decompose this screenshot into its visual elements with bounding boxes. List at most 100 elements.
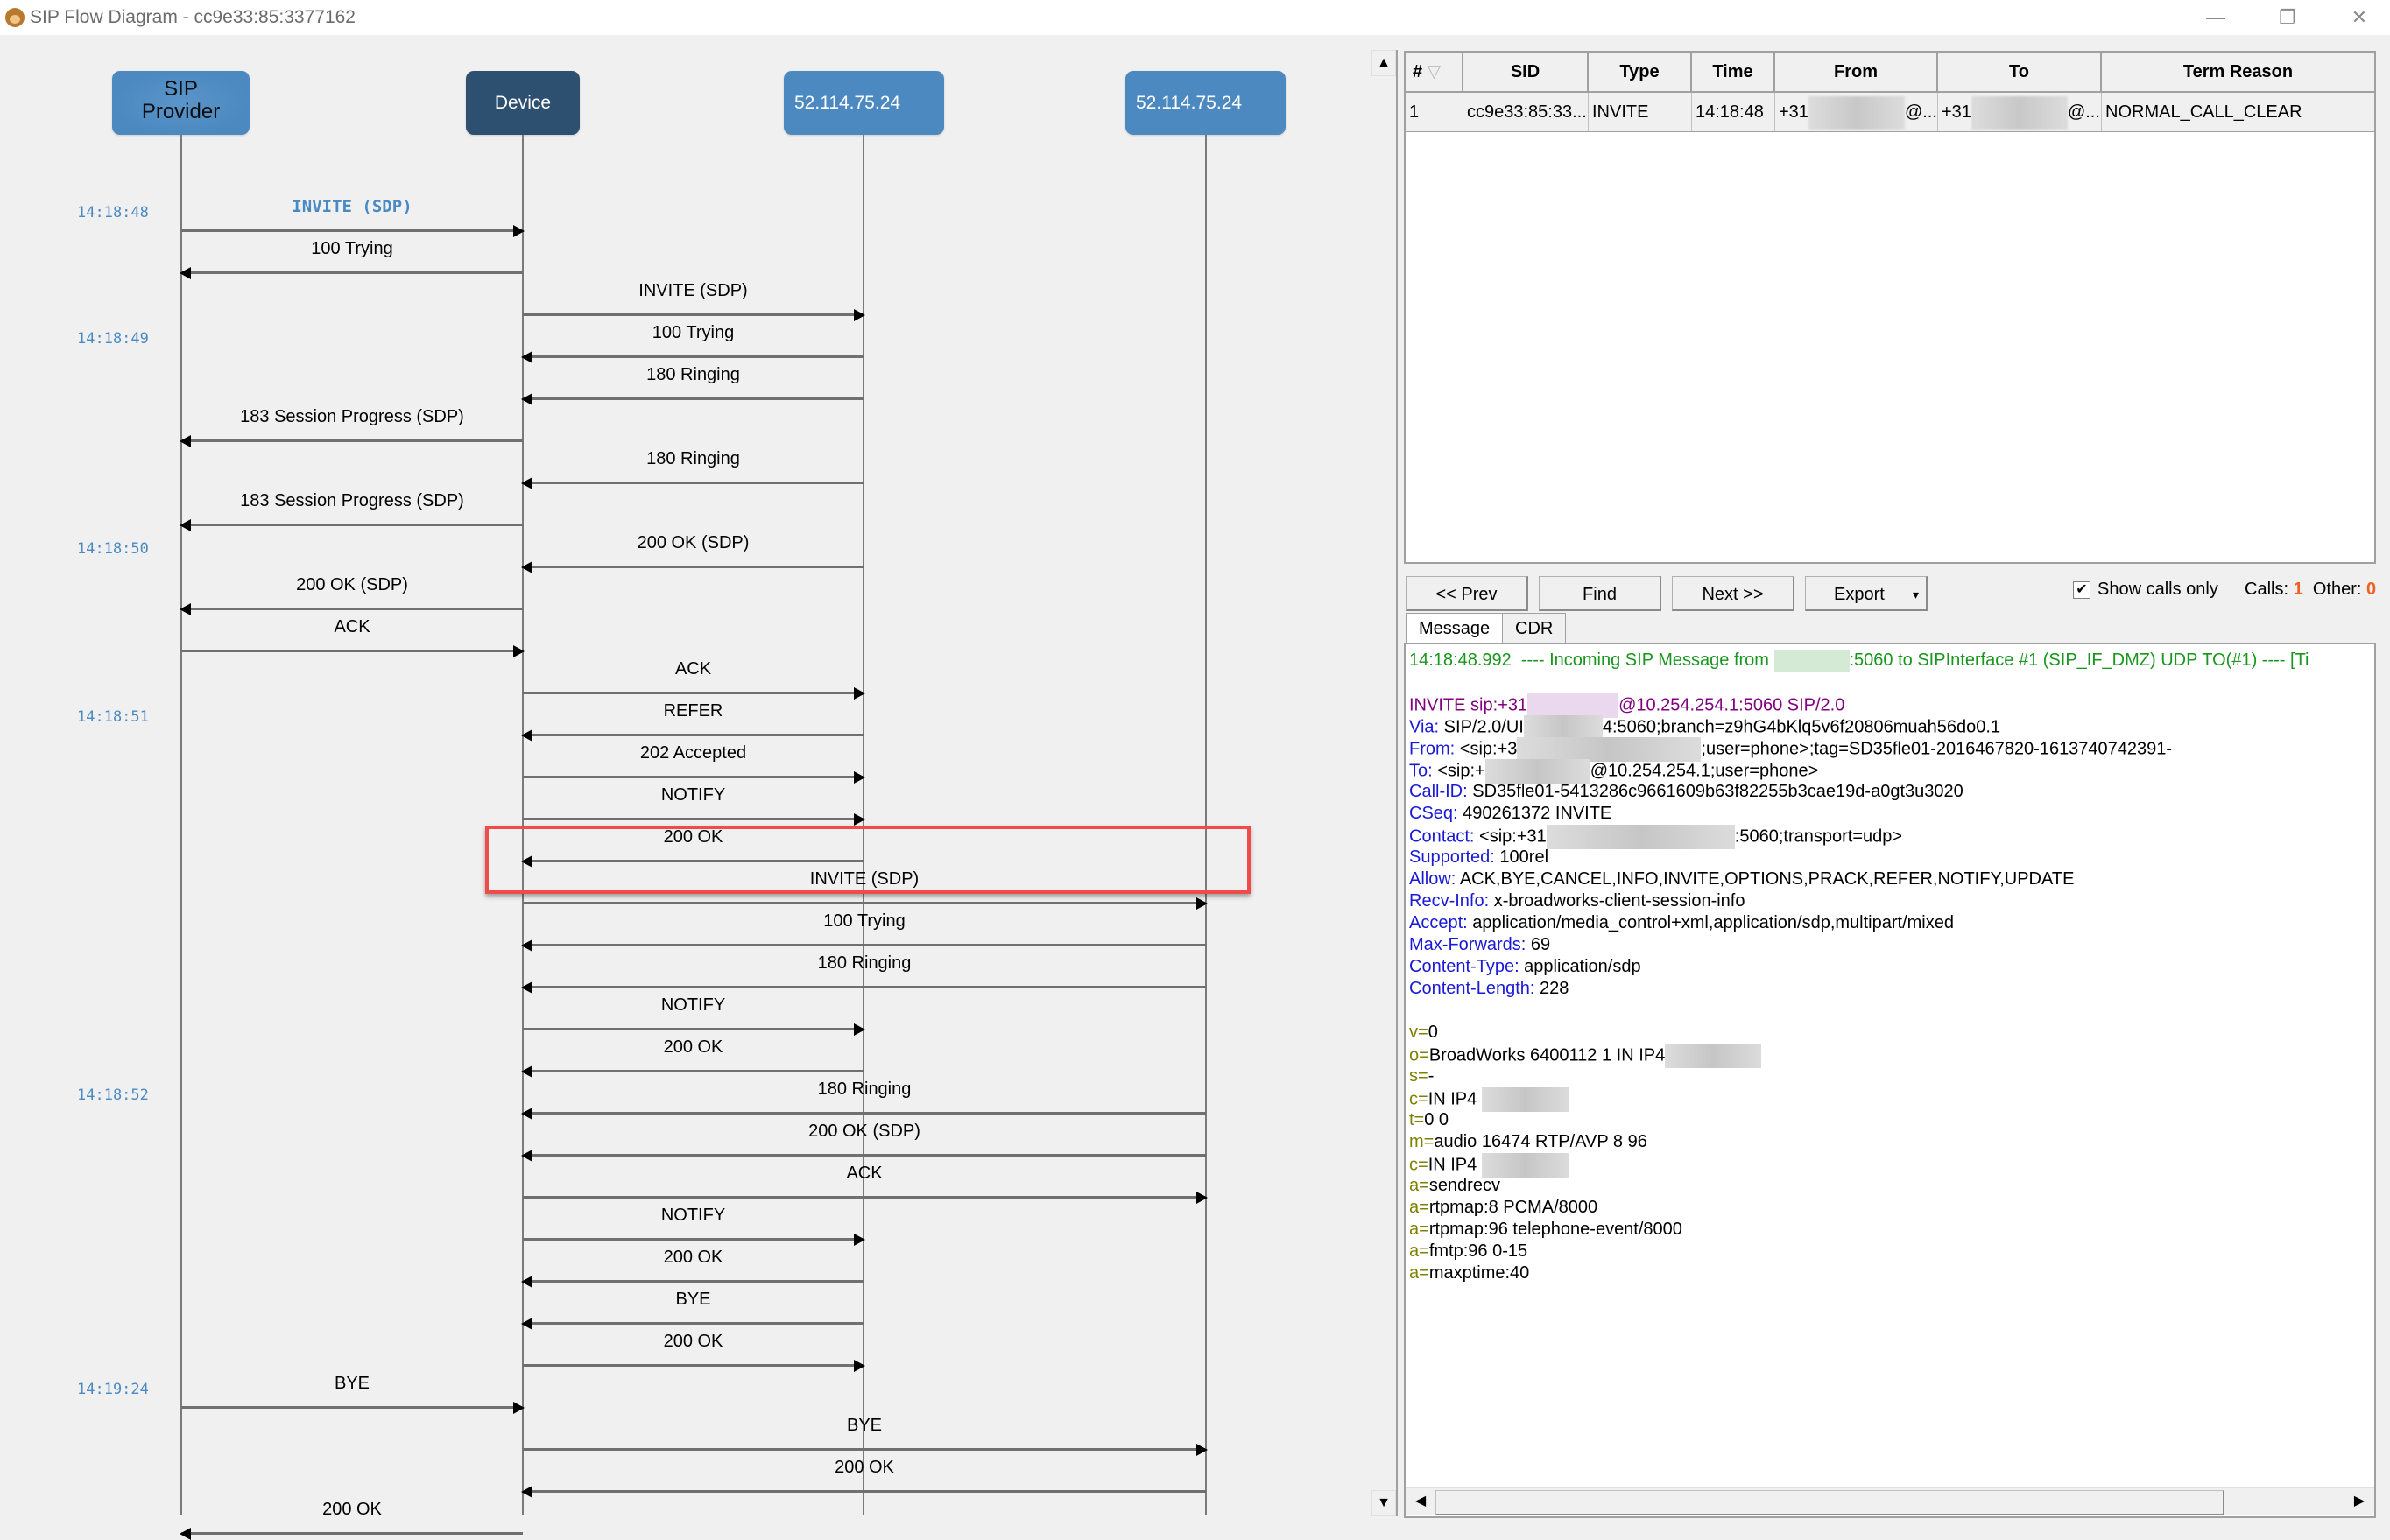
close-button[interactable]: ✕	[2333, 4, 2386, 32]
arrowhead-right-icon	[854, 309, 865, 321]
participant-ip-1[interactable]: 52.114.75.24	[784, 71, 944, 135]
column-header-to[interactable]: To	[1938, 53, 2102, 91]
message-view[interactable]: 14:18:48.992 ---- Incoming SIP Message f…	[1404, 643, 2376, 1518]
message-arrow[interactable]: 200 OK	[521, 1037, 864, 1078]
arrow-line	[523, 986, 1206, 988]
sip-header-line: Max-Forwards: 69	[1406, 934, 2374, 956]
tab-message[interactable]: Message	[1406, 613, 1504, 643]
arrow-line	[523, 1196, 1206, 1199]
arrow-line	[523, 1154, 1206, 1157]
message-label: 200 OK	[835, 1458, 894, 1477]
diagram-vertical-scrollbar[interactable]: ▲ ▼	[1371, 50, 1398, 1516]
table-row[interactable]: 1 cc9e33:85:33... INVITE 14:18:48 +31 @..…	[1406, 93, 2374, 132]
column-header-time[interactable]: Time	[1692, 53, 1775, 91]
column-header-sid[interactable]: SID	[1463, 53, 1589, 91]
message-arrow[interactable]: REFER	[521, 701, 864, 742]
message-arrow[interactable]: INVITE (SDP)	[181, 197, 525, 237]
scroll-up-arrow-icon[interactable]: ▲	[1371, 50, 1396, 76]
column-header-term-reason[interactable]: Term Reason	[2102, 53, 2374, 91]
sip-header-line: Content-Type: application/sdp	[1406, 956, 2374, 978]
message-arrow[interactable]: 100 Trying	[521, 323, 864, 363]
scroll-left-arrow-icon[interactable]: ◀	[1409, 1490, 1432, 1513]
message-arrow[interactable]: ACK	[523, 659, 865, 700]
checkmark-icon: ✔	[2076, 582, 2088, 597]
dropdown-arrow-icon[interactable]: ▾	[1913, 577, 1919, 612]
message-arrow[interactable]: ACK	[523, 1164, 1208, 1204]
scrollbar-thumb[interactable]	[1435, 1490, 2224, 1515]
message-arrow[interactable]: BYE	[181, 1374, 525, 1414]
sip-header-name: Accept:	[1409, 913, 1468, 932]
message-label: 202 Accepted	[639, 743, 747, 763]
message-arrow[interactable]: NOTIFY	[523, 995, 865, 1036]
sdp-key: s=	[1409, 1066, 1428, 1086]
next-button[interactable]: Next >>	[1672, 576, 1794, 611]
message-arrow[interactable]: BYE	[523, 1416, 1208, 1456]
export-button[interactable]: Export ▾	[1805, 576, 1928, 611]
timestamp-label: 14:18:52	[77, 1086, 149, 1104]
show-calls-only-checkbox[interactable]: ✔	[2073, 581, 2090, 599]
sdp-value: audio 16474 RTP/AVP 8 96	[1434, 1132, 1647, 1151]
arrowhead-left-icon	[521, 1065, 532, 1078]
message-label: INVITE (SDP)	[292, 197, 412, 216]
message-horizontal-scrollbar[interactable]: ◀ ▶	[1406, 1487, 2374, 1515]
message-arrow[interactable]: 180 Ringing	[521, 449, 864, 489]
message-arrow[interactable]: 200 OK (SDP)	[521, 1122, 1206, 1162]
arrow-line	[523, 1490, 1206, 1493]
message-arrow[interactable]: 200 OK	[523, 1332, 865, 1372]
tab-cdr[interactable]: CDR	[1502, 613, 1567, 643]
sip-header-value: SD35fle01-5413286c9661609b63f82255b3cae1…	[1467, 782, 1963, 801]
message-arrow[interactable]: INVITE (SDP)	[523, 281, 865, 321]
sip-header-value: SIP/2.0/UI	[1439, 717, 1524, 737]
redacted-blur	[1481, 1087, 1569, 1112]
redacted-blur	[1481, 1153, 1569, 1178]
message-arrow[interactable]: NOTIFY	[523, 785, 865, 826]
find-button[interactable]: Find	[1539, 576, 1661, 611]
sdp-value: rtpmap:96 telephone-event/8000	[1428, 1220, 1682, 1239]
column-header-type[interactable]: Type	[1589, 53, 1692, 91]
message-arrow[interactable]: 202 Accepted	[523, 743, 865, 784]
message-arrow[interactable]: 180 Ringing	[521, 953, 1206, 994]
timestamp-label: 14:18:51	[77, 708, 149, 726]
scroll-down-arrow-icon[interactable]: ▼	[1371, 1490, 1396, 1516]
arrowhead-left-icon	[521, 351, 532, 363]
restore-button[interactable]: ❐	[2261, 4, 2314, 32]
arrow-line	[181, 439, 523, 442]
message-arrow[interactable]: 200 OK	[180, 1500, 523, 1540]
message-arrow[interactable]: 200 OK (SDP)	[180, 575, 523, 615]
minimize-button[interactable]: —	[2189, 4, 2242, 32]
arrowhead-right-icon	[513, 1402, 525, 1414]
message-arrow[interactable]: 200 OK	[521, 1458, 1206, 1498]
sip-header-value: 100rel	[1494, 847, 1549, 867]
sip-header-value: ACK,BYE,CANCEL,INFO,INVITE,OPTIONS,PRACK…	[1456, 869, 2075, 889]
arrowhead-right-icon	[854, 771, 865, 784]
message-arrow[interactable]: 183 Session Progress (SDP)	[180, 491, 523, 531]
title-bar: SIP Flow Diagram - cc9e33:85:3377162 — ❐…	[0, 0, 2390, 35]
message-arrow[interactable]: 180 Ringing	[521, 1079, 1206, 1120]
message-arrow[interactable]: 180 Ringing	[521, 365, 864, 405]
prev-button[interactable]: << Prev	[1406, 576, 1528, 611]
sdp-key: a=	[1409, 1220, 1429, 1239]
message-label: NOTIFY	[660, 1206, 726, 1225]
scroll-right-arrow-icon[interactable]: ▶	[2348, 1490, 2371, 1513]
message-label: BYE	[334, 1374, 370, 1393]
participant-ip-2[interactable]: 52.114.75.24	[1125, 71, 1286, 135]
message-arrow[interactable]: 100 Trying	[521, 911, 1206, 952]
arrowhead-left-icon	[180, 1528, 191, 1540]
arrow-line	[523, 818, 864, 820]
calls-count: 1	[2293, 580, 2303, 599]
arrow-line	[523, 692, 864, 694]
column-header-from[interactable]: From	[1775, 53, 1938, 91]
monkey-icon	[5, 8, 25, 27]
participant-device[interactable]: Device	[466, 71, 580, 135]
message-arrow[interactable]: ACK	[181, 617, 525, 657]
message-arrow[interactable]: 200 OK (SDP)	[521, 533, 864, 573]
cell-number: 1	[1406, 93, 1463, 131]
redacted-blur	[1523, 715, 1603, 740]
message-arrow[interactable]: 200 OK	[521, 1248, 864, 1288]
participant-sip-provider[interactable]: SIP Provider	[112, 71, 250, 135]
message-arrow[interactable]: BYE	[521, 1290, 864, 1330]
message-arrow[interactable]: 100 Trying	[180, 239, 523, 279]
column-header-number[interactable]: # ▽	[1406, 53, 1463, 91]
message-arrow[interactable]: 183 Session Progress (SDP)	[180, 407, 523, 447]
message-arrow[interactable]: NOTIFY	[523, 1206, 865, 1246]
